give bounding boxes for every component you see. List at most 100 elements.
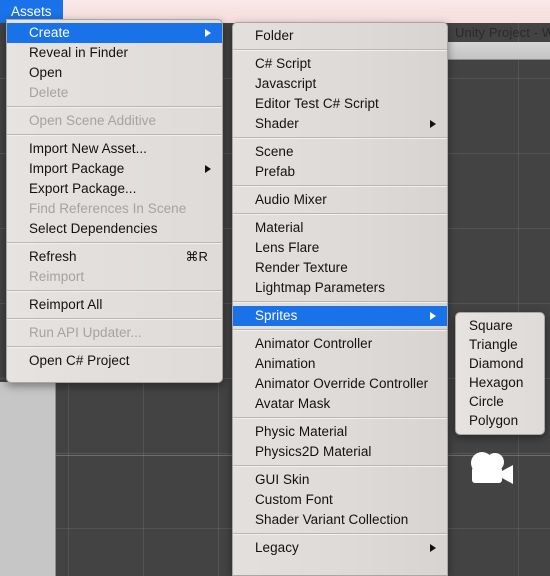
menu-item-gui-skin[interactable]: GUI Skin <box>233 470 447 490</box>
menu-item-square[interactable]: Square <box>456 316 544 335</box>
menu-separator <box>7 318 222 320</box>
menu-item-label: Polygon <box>469 413 519 428</box>
menu-item-prefab[interactable]: Prefab <box>233 162 447 182</box>
menu-item-find-references-in-scene: Find References In Scene <box>7 199 222 219</box>
menu-item-delete: Delete <box>7 83 222 103</box>
menu-item-export-package[interactable]: Export Package... <box>7 179 222 199</box>
menu-item-animator-controller[interactable]: Animator Controller <box>233 334 447 354</box>
menu-item-label: Create <box>29 25 70 40</box>
menu-item-label: Sprites <box>255 308 298 323</box>
menu-item-label: Animator Override Controller <box>255 376 429 391</box>
menu-separator <box>233 465 447 467</box>
menu-item-lightmap-parameters[interactable]: Lightmap Parameters <box>233 278 447 298</box>
menu-item-shortcut: ⌘R <box>185 249 208 264</box>
menu-item-custom-font[interactable]: Custom Font <box>233 490 447 510</box>
menu-item-label: Square <box>469 318 513 333</box>
menu-separator <box>7 106 222 108</box>
menu-item-label: Editor Test C# Script <box>255 96 379 111</box>
menu-item-polygon[interactable]: Polygon <box>456 411 544 430</box>
menu-item-label: Shader <box>255 116 299 131</box>
menu-separator <box>233 137 447 139</box>
menu-item-triangle[interactable]: Triangle <box>456 335 544 354</box>
menu-item-label: Legacy <box>255 540 299 555</box>
camera-gizmo-icon[interactable] <box>460 450 516 492</box>
menu-item-label: Lightmap Parameters <box>255 280 386 295</box>
menu-item-open-scene-additive: Open Scene Additive <box>7 111 222 131</box>
menu-item-scene[interactable]: Scene <box>233 142 447 162</box>
menu-separator <box>7 134 222 136</box>
menu-item-import-package[interactable]: Import Package <box>7 159 222 179</box>
menu-item-refresh[interactable]: Refresh ⌘R <box>7 247 222 267</box>
menu-item-shader-variant-collection[interactable]: Shader Variant Collection <box>233 510 447 530</box>
menu-item-c-script[interactable]: C# Script <box>233 54 447 74</box>
menu-item-material[interactable]: Material <box>233 218 447 238</box>
menu-item-folder[interactable]: Folder <box>233 26 447 46</box>
menu-item-hexagon[interactable]: Hexagon <box>456 373 544 392</box>
menu-item-label: Custom Font <box>255 492 333 507</box>
menu-item-label: Avatar Mask <box>255 396 331 411</box>
menu-item-label: Material <box>255 220 304 235</box>
menu-item-animator-override-controller[interactable]: Animator Override Controller <box>233 374 447 394</box>
menu-item-label: Physic Material <box>255 424 348 439</box>
menu-item-label: Import Package <box>29 161 125 176</box>
menu-separator <box>233 301 447 303</box>
menu-item-run-api-updater: Run API Updater... <box>7 323 222 343</box>
menu-item-label: Animation <box>255 356 316 371</box>
menu-separator <box>233 329 447 331</box>
menu-item-physics2d-material[interactable]: Physics2D Material <box>233 442 447 462</box>
menu-item-label: Scene <box>255 144 294 159</box>
menu-item-diamond[interactable]: Diamond <box>456 354 544 373</box>
menu-item-audio-mixer[interactable]: Audio Mixer <box>233 190 447 210</box>
toolbar-strip <box>438 42 550 60</box>
menu-separator <box>233 417 447 419</box>
menu-item-label: Audio Mixer <box>255 192 327 207</box>
menu-assets[interactable]: Create Reveal in Finder Open Delete Open Sce… <box>6 19 223 383</box>
menu-separator <box>233 185 447 187</box>
submenu-arrow-icon <box>430 312 436 320</box>
menu-item-label: Find References In Scene <box>29 201 187 216</box>
menu-separator <box>7 346 222 348</box>
menu-item-sprites[interactable]: Sprites <box>233 306 447 326</box>
menu-item-label: Hexagon <box>469 375 524 390</box>
menu-sprites[interactable]: Square Triangle Diamond Hexagon Circle Polygo… <box>455 312 545 435</box>
menu-item-select-dependencies[interactable]: Select Dependencies <box>7 219 222 239</box>
menu-item-render-texture[interactable]: Render Texture <box>233 258 447 278</box>
menu-item-label: Run API Updater... <box>29 325 142 340</box>
menu-item-label: Import New Asset... <box>29 141 147 156</box>
menu-item-label: Animator Controller <box>255 336 373 351</box>
menu-item-label: Refresh <box>29 249 77 264</box>
menu-item-label: Triangle <box>469 337 518 352</box>
menu-item-reimport-all[interactable]: Reimport All <box>7 295 222 315</box>
menu-item-javascript[interactable]: Javascript <box>233 74 447 94</box>
submenu-arrow-icon <box>205 29 211 37</box>
menu-item-reveal-in-finder[interactable]: Reveal in Finder <box>7 43 222 63</box>
menu-item-label: Circle <box>469 394 504 409</box>
menu-item-animation[interactable]: Animation <box>233 354 447 374</box>
menu-separator <box>233 533 447 535</box>
menu-item-open[interactable]: Open <box>7 63 222 83</box>
menu-item-label: Reimport All <box>29 297 103 312</box>
submenu-arrow-icon <box>430 120 436 128</box>
menu-separator <box>7 242 222 244</box>
menu-item-avatar-mask[interactable]: Avatar Mask <box>233 394 447 414</box>
menu-item-label: Shader Variant Collection <box>255 512 409 527</box>
menu-item-circle[interactable]: Circle <box>456 392 544 411</box>
menu-item-shader[interactable]: Shader <box>233 114 447 134</box>
menu-item-label: GUI Skin <box>255 472 310 487</box>
menu-item-create[interactable]: Create <box>7 23 222 43</box>
menu-item-lens-flare[interactable]: Lens Flare <box>233 238 447 258</box>
menu-item-label: Reveal in Finder <box>29 45 129 60</box>
menu-item-legacy[interactable]: Legacy <box>233 538 447 558</box>
menu-item-physic-material[interactable]: Physic Material <box>233 422 447 442</box>
submenu-arrow-icon <box>430 544 436 552</box>
menu-separator <box>7 290 222 292</box>
menu-item-label: Export Package... <box>29 181 137 196</box>
menu-item-open-c-project[interactable]: Open C# Project <box>7 351 222 371</box>
menu-item-label: Select Dependencies <box>29 221 158 236</box>
menu-item-label: Javascript <box>255 76 317 91</box>
menu-item-label: Open <box>29 65 63 80</box>
menu-item-import-new-asset[interactable]: Import New Asset... <box>7 139 222 159</box>
menu-item-editor-test-c-script[interactable]: Editor Test C# Script <box>233 94 447 114</box>
menu-create[interactable]: Folder C# Script Javascript Editor Test C# … <box>232 22 448 576</box>
menu-item-label: Folder <box>255 28 294 43</box>
